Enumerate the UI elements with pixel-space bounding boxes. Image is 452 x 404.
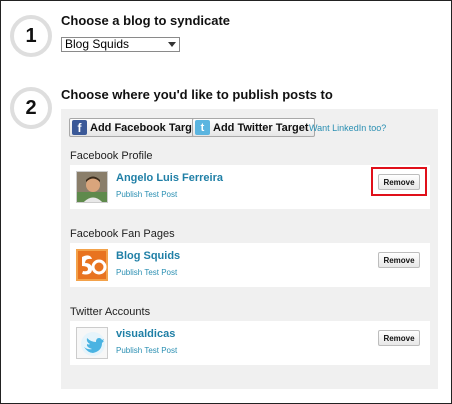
facebook-fan-page-card: Blog Squids Publish Test Post [70, 243, 430, 287]
remove-button[interactable]: Remove [378, 330, 420, 346]
step-2-number: 2 [25, 96, 37, 119]
step-2-title: Choose where you'd like to publish posts… [61, 87, 333, 102]
add-twitter-target-button[interactable]: t Add Twitter Target [192, 118, 315, 137]
publish-test-post-link[interactable]: Publish Test Post [116, 268, 177, 277]
fan-page-name[interactable]: Blog Squids [116, 250, 180, 262]
add-facebook-target-button[interactable]: f Add Facebook Target [69, 118, 208, 137]
remove-button[interactable]: Remove [378, 252, 420, 268]
profile-avatar [76, 171, 108, 203]
publish-test-post-link[interactable]: Publish Test Post [116, 346, 177, 355]
blog-select-value: Blog Squids [65, 37, 130, 51]
twitter-avatar [76, 327, 108, 359]
highlight-box [371, 167, 427, 196]
step-1-badge: 1 [10, 15, 52, 57]
profile-name[interactable]: Angelo Luis Ferreira [116, 172, 223, 184]
add-twitter-target-label: Add Twitter Target [213, 121, 309, 134]
twitter-account-name[interactable]: visualdicas [116, 328, 175, 340]
linkedin-link[interactable]: Want LinkedIn too? [309, 123, 386, 133]
facebook-icon: f [72, 120, 87, 135]
section-heading-facebook-fan-pages: Facebook Fan Pages [70, 228, 175, 240]
twitter-account-card: visualdicas Publish Test Post [70, 321, 430, 365]
fan-page-logo [76, 249, 108, 281]
add-facebook-target-label: Add Facebook Target [90, 121, 202, 134]
syndication-settings-window: 1 Choose a blog to syndicate Blog Squids… [0, 0, 452, 404]
section-heading-facebook-profile: Facebook Profile [70, 150, 153, 162]
chevron-down-icon [168, 42, 176, 47]
publish-test-post-link[interactable]: Publish Test Post [116, 190, 177, 199]
step-2-badge: 2 [10, 87, 52, 129]
step-1-number: 1 [25, 24, 37, 47]
twitter-icon: t [195, 120, 210, 135]
blog-select[interactable]: Blog Squids [61, 37, 180, 52]
section-heading-twitter-accounts: Twitter Accounts [70, 306, 151, 318]
step-1-title: Choose a blog to syndicate [61, 13, 231, 28]
